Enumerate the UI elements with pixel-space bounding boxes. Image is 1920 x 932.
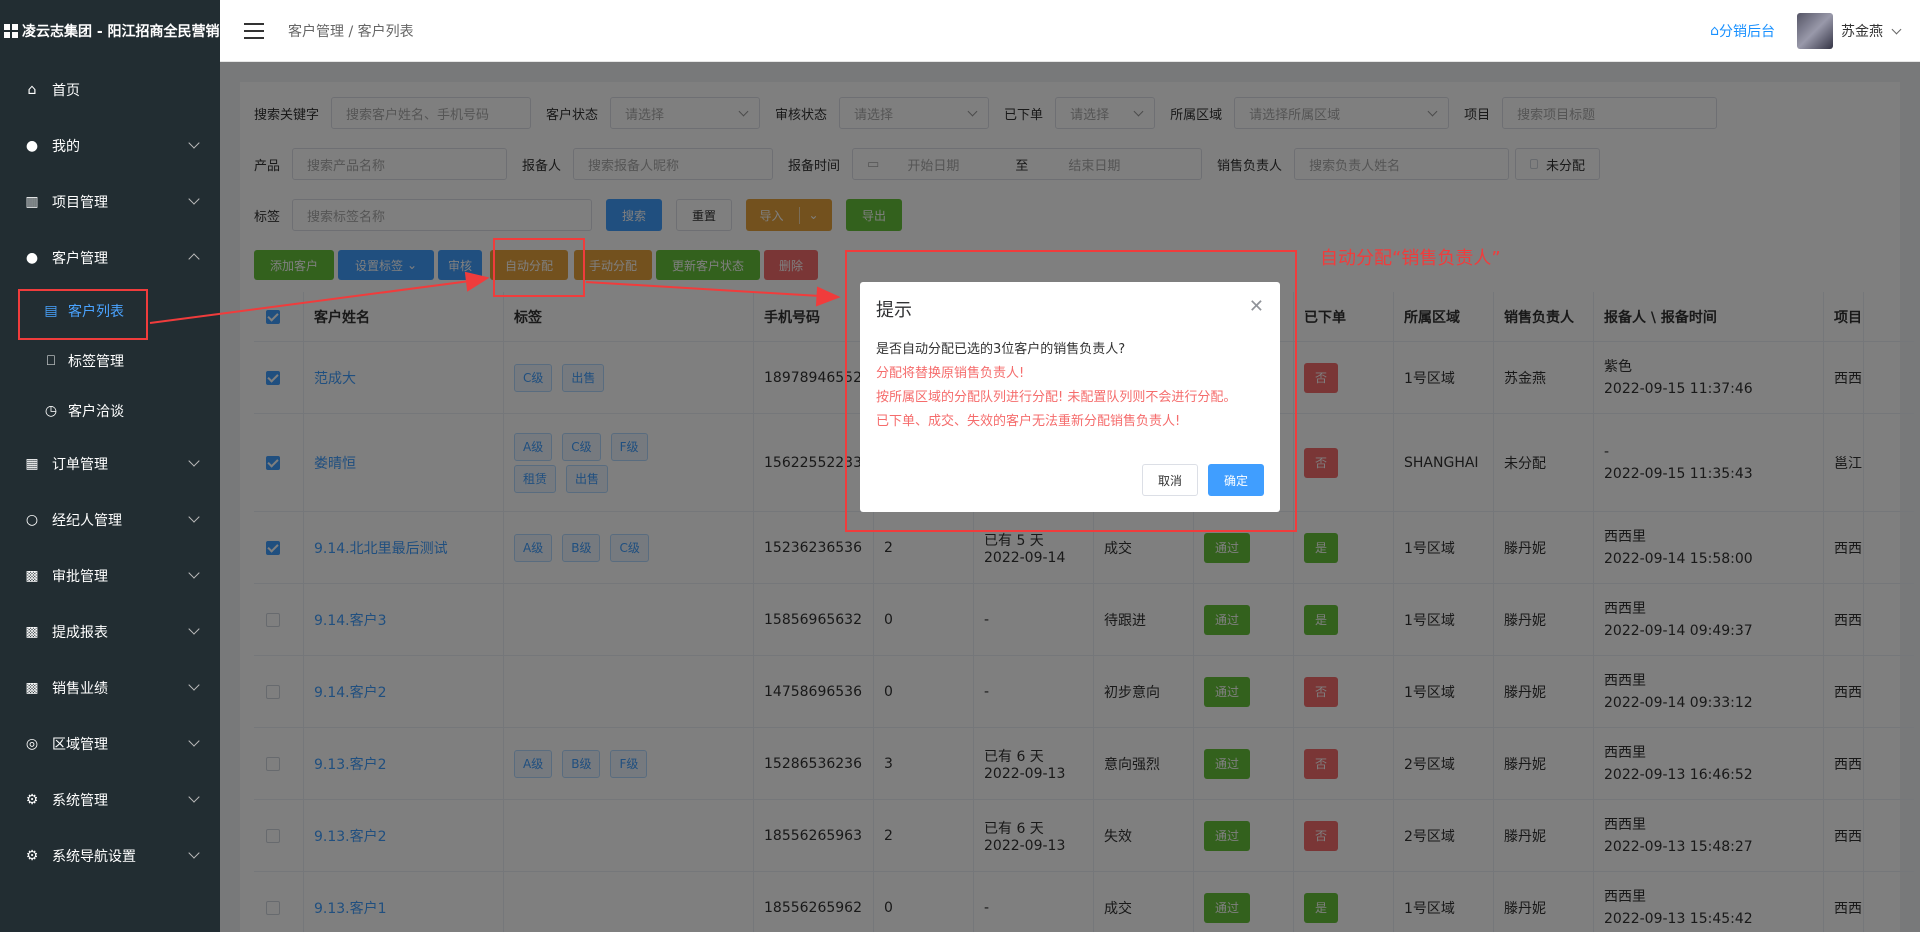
arrow-to-dialog <box>585 281 821 297</box>
cancel-button[interactable]: 取消 <box>1142 464 1198 496</box>
close-icon[interactable]: ✕ <box>1249 296 1264 317</box>
arrow-to-auto-assign <box>149 280 471 324</box>
confirm-button[interactable]: 确定 <box>1208 464 1264 496</box>
dialog-warning-1: 分配将替换原销售负责人! <box>876 366 1025 381</box>
arrowhead <box>815 286 841 307</box>
arrowhead <box>464 271 490 292</box>
dialog-body: 是否自动分配已选的3位客户的销售负责人? 分配将替换原销售负责人! 按所属区域的… <box>876 338 1268 434</box>
dialog-warning-2: 按所属区域的分配队列进行分配! 未配置队列则不会进行分配。 <box>876 390 1237 405</box>
dialog-question: 是否自动分配已选的3位客户的销售负责人? <box>876 342 1126 357</box>
confirm-dialog: 提示 ✕ 是否自动分配已选的3位客户的销售负责人? 分配将替换原销售负责人! 按… <box>860 282 1280 512</box>
dialog-title: 提示 <box>876 300 912 321</box>
dialog-warning-3: 已下单、成交、失效的客户无法重新分配销售负责人! <box>876 414 1181 429</box>
